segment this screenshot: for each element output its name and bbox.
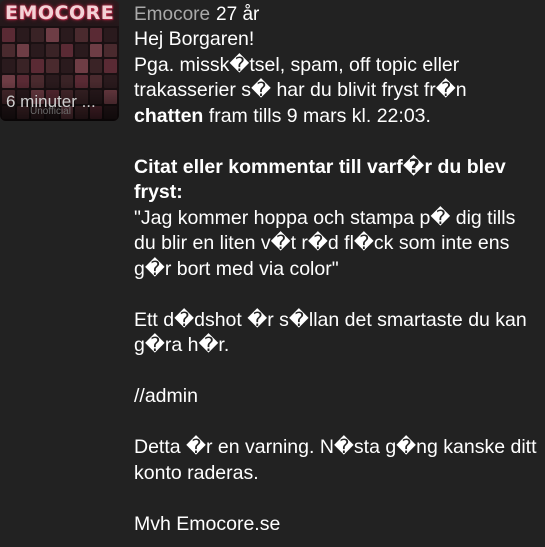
username-link[interactable]: Emocore	[134, 4, 210, 25]
avatar-logo: EMOCORE	[0, 0, 119, 26]
quote-heading: Citat eller kommentar till varf�r du ble…	[134, 155, 506, 204]
closing-text: Mvh Emocore.se	[134, 512, 281, 535]
quote-text: "Jag kommer hoppa och stampa p� dig till…	[134, 206, 516, 280]
advice-text: Ett d�dshot �r s�llan det smartaste du k…	[134, 308, 527, 357]
message-header: Emocore 27 år	[134, 3, 259, 27]
admin-signature: //admin	[134, 385, 198, 407]
user-age: 27 år	[216, 4, 260, 25]
chat-bold-word: chatten	[134, 104, 204, 127]
greeting-text: Hej Borgaren!	[134, 28, 255, 50]
chat-message-card: EMOCORE Unofficial 6 minuter ... Emocore…	[0, 0, 545, 547]
freeze-notice: Pga. missk�tsel, spam, off topic eller t…	[134, 53, 467, 127]
avatar[interactable]: EMOCORE Unofficial 6 minuter ...	[0, 0, 119, 121]
warning-text: Detta �r en varning. N�sta g�ng kanske d…	[134, 436, 537, 484]
message-timestamp: 6 minuter ...	[6, 92, 96, 111]
avatar-logo-text: EMOCORE	[5, 2, 115, 24]
message-body: Hej Borgaren! Pga. missk�tsel, spam, off…	[134, 27, 539, 537]
